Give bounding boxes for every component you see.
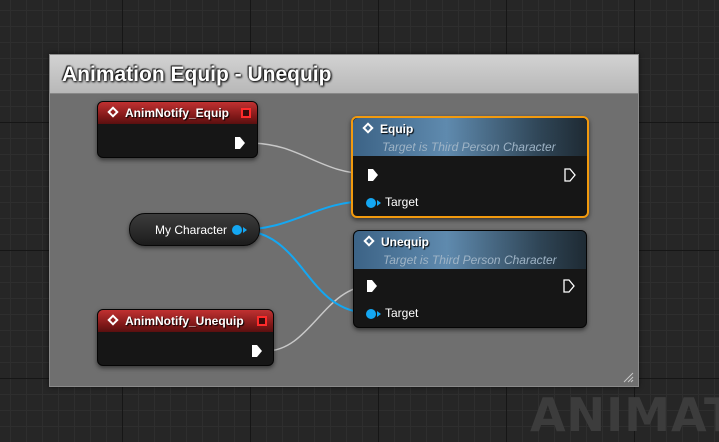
target-pin-label: Target [385, 306, 419, 320]
function-node-header[interactable]: Equip Target is Third Person Character [353, 118, 587, 156]
function-node-title: Unequip [381, 235, 429, 249]
function-node-title: Equip [380, 122, 414, 136]
event-diamond-icon [107, 106, 119, 118]
pin-arrow-icon [377, 200, 381, 206]
exec-out-pin-icon[interactable] [234, 136, 246, 150]
target-in-pin-icon[interactable] [366, 309, 376, 319]
pin-arrow-icon [377, 311, 381, 317]
target-in-pin-icon[interactable] [366, 198, 376, 208]
exec-in-pin-icon[interactable] [366, 279, 378, 293]
event-diamond-icon [107, 314, 119, 326]
function-diamond-icon [362, 122, 374, 134]
function-node-subtitle: Target is Third Person Character [383, 253, 557, 267]
event-node-anim-notify-equip[interactable]: AnimNotify_Equip [97, 101, 258, 158]
pin-arrow-icon [243, 227, 247, 233]
function-diamond-icon [363, 235, 375, 247]
wire-layer [237, 142, 371, 352]
variable-node-my-character[interactable]: My Character [129, 213, 260, 246]
object-out-pin-icon[interactable] [232, 225, 242, 235]
event-node-anim-notify-unequip[interactable]: AnimNotify_Unequip [97, 309, 274, 366]
exec-out-pin-icon[interactable] [563, 279, 575, 293]
exec-in-pin-icon[interactable] [367, 168, 379, 182]
delegate-pin-icon[interactable] [257, 316, 267, 326]
event-node-title: AnimNotify_Unequip [125, 314, 244, 328]
target-pin-label: Target [385, 195, 419, 209]
variable-label: My Character [155, 223, 228, 237]
function-node-header[interactable]: Unequip Target is Third Person Character [354, 231, 586, 269]
function-node-equip[interactable]: Equip Target is Third Person Character T… [351, 116, 589, 218]
object-wire-unequip-target [237, 229, 371, 314]
exec-out-pin-icon[interactable] [564, 168, 576, 182]
event-node-header[interactable]: AnimNotify_Equip [98, 102, 257, 124]
exec-out-pin-icon[interactable] [251, 344, 263, 358]
function-node-unequip[interactable]: Unequip Target is Third Person Character… [353, 230, 587, 328]
function-node-subtitle: Target is Third Person Character [382, 140, 556, 154]
delegate-pin-icon[interactable] [241, 108, 251, 118]
event-node-header[interactable]: AnimNotify_Unequip [98, 310, 273, 332]
event-node-title: AnimNotify_Equip [125, 106, 229, 120]
